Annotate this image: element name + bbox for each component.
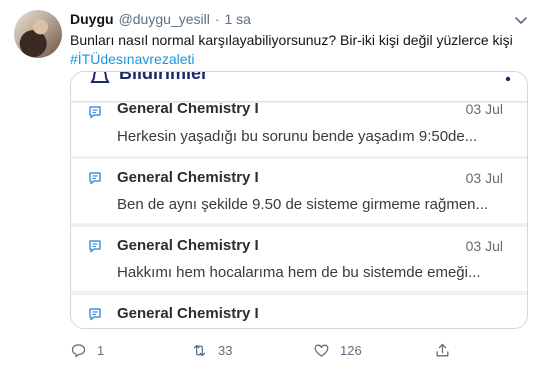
reply-button[interactable]: 1	[70, 342, 104, 359]
notification-preview: Ben de aynı şekilde 9.50 de sisteme girm…	[117, 196, 489, 213]
notification-card[interactable]: General Chemistry I 03 Jul Hakkımı hem h…	[71, 227, 527, 291]
notification-preview: Herkesin yaşadığı bu sorunu bende yaşadı…	[117, 128, 478, 145]
more-vertical-icon	[505, 76, 511, 82]
heart-icon	[314, 344, 329, 357]
notification-date: 03 Jul	[465, 170, 503, 186]
notification-course: General Chemistry I	[117, 305, 259, 322]
bell-icon	[90, 72, 110, 83]
retweet-button[interactable]: 33	[191, 342, 232, 359]
like-count: 126	[340, 343, 362, 358]
tweet-header: Duygu @duygu_yesill · 1 sa	[70, 11, 251, 27]
share-icon	[436, 343, 449, 357]
tweet-text: Bunları nasıl normal karşılayabiliyorsun…	[70, 31, 530, 69]
avatar[interactable]	[14, 10, 62, 58]
notification-date: 03 Jul	[465, 238, 503, 254]
message-icon	[89, 240, 101, 253]
notification-date: 03 Jul	[465, 101, 503, 117]
tweet-time[interactable]: 1 sa	[225, 11, 251, 27]
notification-card[interactable]: General Chemistry I 03 Jul Herkesin yaşa…	[71, 103, 527, 156]
notification-card[interactable]: General Chemistry I 03 Jul Ben de aynı ş…	[71, 159, 527, 223]
app-title: Bildirimler	[119, 71, 209, 83]
notification-course: General Chemistry I	[117, 100, 259, 117]
share-button[interactable]	[434, 342, 451, 359]
app-header: Bildirimler	[71, 72, 527, 102]
author-name[interactable]: Duygu	[70, 11, 114, 27]
reply-icon	[71, 344, 86, 358]
retweet-icon	[193, 344, 206, 357]
hashtag-link[interactable]: #İTÜdesınavrezaleti	[70, 50, 530, 69]
message-icon	[89, 172, 101, 185]
chevron-down-icon[interactable]	[513, 12, 529, 28]
notification-preview: Hakkımı hem hocalarıma hem de bu sistemd…	[117, 264, 481, 281]
tweet[interactable]: Duygu @duygu_yesill · 1 sa Bunları nasıl…	[0, 0, 543, 370]
notification-course: General Chemistry I	[117, 237, 259, 254]
reply-count: 1	[97, 343, 105, 358]
message-icon	[89, 106, 101, 119]
notification-course: General Chemistry I	[117, 169, 259, 186]
like-button[interactable]: 126	[313, 342, 362, 359]
retweet-count: 33	[218, 343, 233, 358]
notification-card[interactable]: General Chemistry I	[71, 295, 527, 328]
tweet-actions: 1 33 126	[70, 342, 510, 360]
tweet-media-image[interactable]: Bildirimler General Chemistry I 03 Jul H…	[70, 71, 528, 329]
separator-dot: ·	[214, 11, 220, 27]
message-icon	[89, 308, 101, 321]
tweet-body: Bunları nasıl normal karşılayabiliyorsun…	[70, 32, 513, 48]
author-handle[interactable]: @duygu_yesill	[119, 11, 210, 27]
